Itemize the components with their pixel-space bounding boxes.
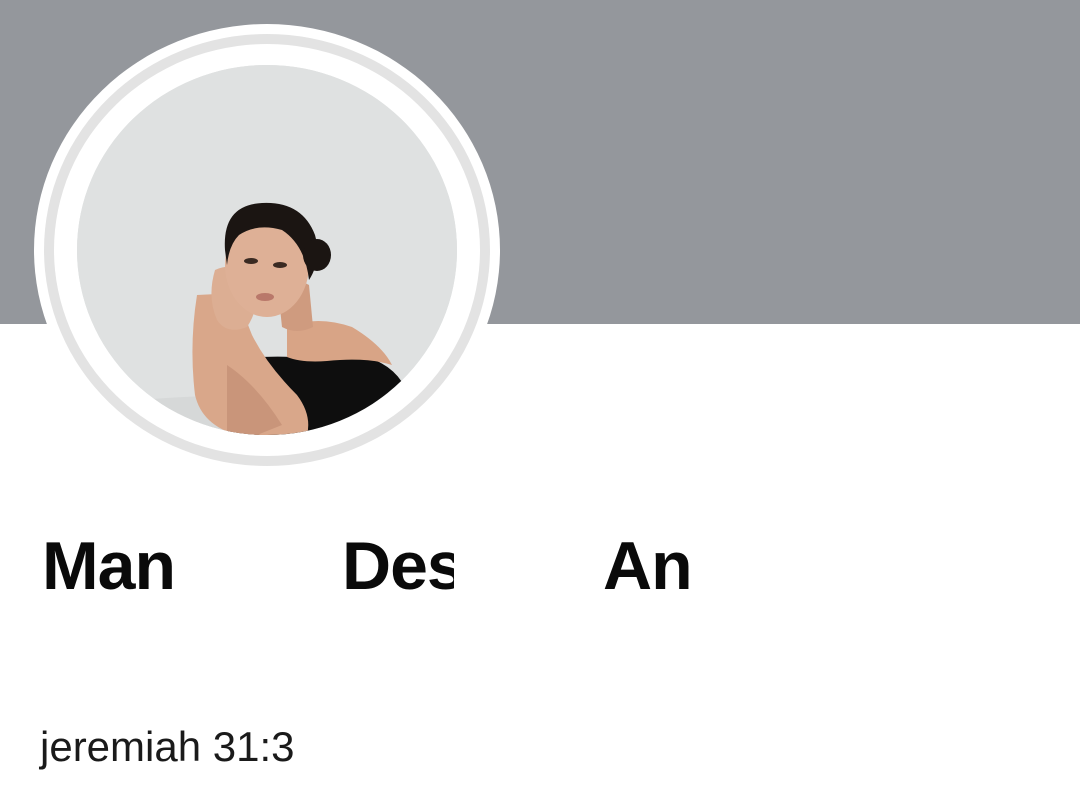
profile-photo-image <box>77 65 457 435</box>
profile-name: Man Des An <box>42 526 742 606</box>
profile-header: Man Des An jeremiah 31:3 <box>0 0 1080 791</box>
profile-name-part-2: Des <box>342 528 454 604</box>
profile-bio: jeremiah 31:3 <box>40 723 295 770</box>
avatar[interactable] <box>34 24 500 476</box>
profile-photo <box>77 65 457 435</box>
profile-name-part-3: An <box>603 528 693 604</box>
profile-name-part-1: Man <box>42 528 176 604</box>
